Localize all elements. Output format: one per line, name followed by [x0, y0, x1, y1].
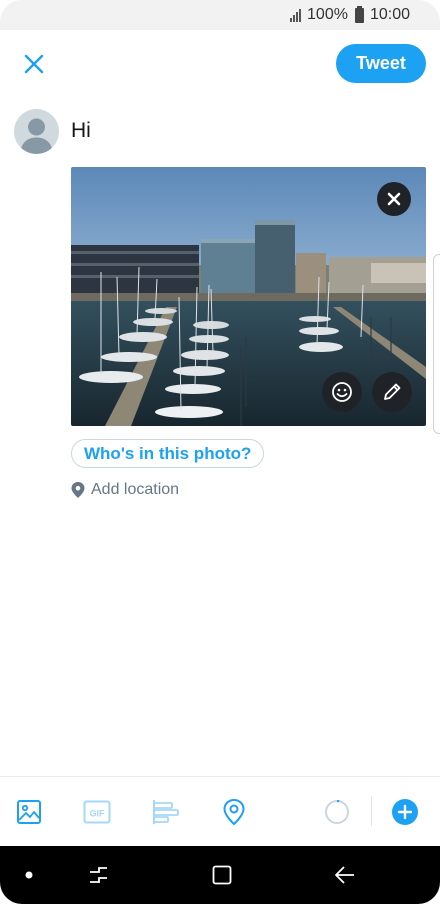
status-indicators: 100% 10:00	[290, 5, 410, 24]
recent-apps-icon	[90, 867, 107, 883]
close-icon	[24, 54, 44, 74]
tag-people-button[interactable]: Who's in this photo?	[71, 439, 265, 468]
add-gif-button[interactable]: GIF	[82, 797, 112, 827]
system-nav-bar	[0, 846, 440, 904]
add-image-button[interactable]	[14, 797, 44, 827]
character-counter	[322, 797, 352, 827]
add-thread-icon	[392, 799, 418, 825]
default-avatar-icon	[14, 109, 59, 154]
add-poll-button[interactable]	[150, 797, 180, 827]
tweet-button[interactable]: Tweet	[336, 44, 426, 83]
recent-apps-button[interactable]	[84, 860, 114, 890]
back-icon	[335, 866, 354, 884]
close-circle-icon	[387, 192, 401, 206]
add-location-label: Add location	[91, 481, 180, 498]
home-icon	[212, 865, 232, 885]
add-thread-button[interactable]	[390, 797, 420, 827]
gif-label: GIF	[90, 809, 106, 819]
clock: 10:00	[369, 6, 410, 23]
edit-photo-button[interactable]	[372, 372, 412, 412]
character-count-ring-icon	[325, 800, 349, 824]
signal-bars-icon	[290, 8, 302, 22]
add-sticker-button[interactable]	[322, 372, 362, 412]
pencil-icon	[384, 383, 401, 400]
back-button[interactable]	[330, 860, 360, 890]
dot-icon	[25, 871, 33, 879]
gif-icon: GIF	[83, 800, 111, 824]
poll-icon	[153, 800, 179, 824]
image-icon	[17, 800, 41, 824]
location-pin-icon	[71, 482, 85, 498]
add-location-toolbar-button[interactable]	[219, 797, 249, 827]
location-icon	[223, 798, 245, 826]
battery-icon	[354, 5, 364, 23]
status-bar: 100% 10:00	[0, 0, 440, 30]
nav-dot-button[interactable]	[14, 860, 44, 890]
tweet-text-input[interactable]: Hi	[71, 119, 91, 143]
edge-panel-handle[interactable]	[433, 254, 440, 434]
remove-photo-button[interactable]	[377, 182, 411, 216]
compose-toolbar: GIF	[0, 776, 440, 846]
home-button[interactable]	[207, 860, 237, 890]
close-button[interactable]	[14, 44, 54, 84]
add-location-button[interactable]: Add location	[71, 481, 179, 499]
battery-percent: 100%	[307, 6, 348, 23]
smiley-icon	[332, 382, 352, 402]
toolbar-divider	[371, 796, 372, 826]
